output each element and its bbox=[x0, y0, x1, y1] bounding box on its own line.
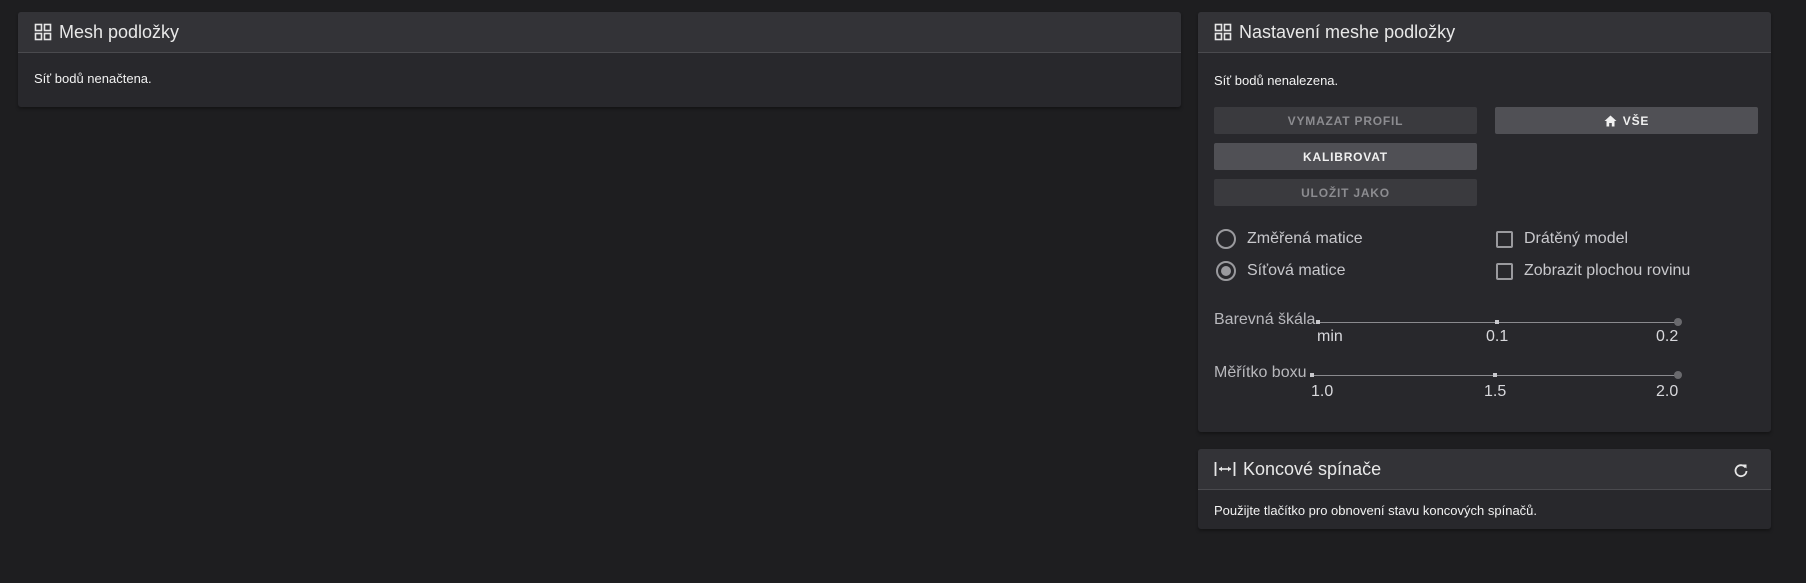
tick-label: 0.2 bbox=[1656, 328, 1679, 345]
mesh-panel-header: Mesh podložky bbox=[18, 12, 1181, 53]
mesh-settings-title: Nastavení meshe podložky bbox=[1239, 21, 1456, 42]
home-all-button[interactable]: VŠE bbox=[1495, 107, 1758, 134]
mesh-panel-title: Mesh podložky bbox=[59, 21, 180, 42]
slider-tick bbox=[1493, 373, 1497, 377]
box-scale-thumb[interactable] bbox=[1674, 371, 1682, 379]
mesh-status-message: Síť bodů nenačtena. bbox=[34, 71, 152, 86]
grid-icon bbox=[1214, 23, 1232, 41]
slider-tick bbox=[1495, 320, 1499, 324]
radio-unchecked-icon bbox=[1216, 229, 1236, 249]
tick-label: 1.5 bbox=[1484, 383, 1507, 400]
radio-measured-matrix-label: Změřená matice bbox=[1247, 230, 1363, 247]
mesh-settings-message: Síť bodů nenalezena. bbox=[1214, 73, 1339, 88]
mesh-settings-header: Nastavení meshe podložky bbox=[1198, 12, 1771, 53]
mesh-settings-panel: Nastavení meshe podložky Síť bodů nenale… bbox=[1198, 12, 1771, 432]
checkbox-unchecked-icon bbox=[1496, 230, 1513, 248]
calibrate-button[interactable]: KALIBROVAT bbox=[1214, 143, 1477, 170]
radio-measured-matrix[interactable]: Změřená matice bbox=[1216, 229, 1363, 249]
box-scale-label: Měřítko boxu bbox=[1214, 364, 1307, 381]
radio-mesh-matrix[interactable]: Síťová matice bbox=[1216, 261, 1345, 281]
endstops-panel: Koncové spínače Použijte tlačítko pro ob… bbox=[1198, 449, 1771, 529]
grid-icon bbox=[34, 23, 52, 41]
radio-mesh-matrix-label: Síťová matice bbox=[1247, 262, 1346, 279]
endstops-title: Koncové spínače bbox=[1243, 458, 1382, 479]
clear-profile-button[interactable]: VYMAZAT PROFIL bbox=[1214, 107, 1477, 134]
checkbox-unchecked-icon bbox=[1496, 262, 1513, 280]
color-scale-thumb[interactable] bbox=[1674, 318, 1682, 326]
radio-checked-icon bbox=[1216, 261, 1236, 281]
home-icon bbox=[1604, 115, 1617, 126]
refresh-icon[interactable] bbox=[1733, 463, 1749, 479]
endstops-message: Použijte tlačítko pro obnovení stavu kon… bbox=[1214, 503, 1538, 518]
slider-tick bbox=[1310, 373, 1314, 377]
checkbox-wireframe-label: Drátěný model bbox=[1524, 230, 1629, 247]
save-as-button[interactable]: ULOŽIT JAKO bbox=[1214, 179, 1477, 206]
arrows-horizontal-icon bbox=[1214, 462, 1236, 476]
tick-label: min bbox=[1317, 328, 1343, 345]
checkbox-wireframe[interactable]: Drátěný model bbox=[1496, 230, 1628, 248]
endstops-header: Koncové spínače bbox=[1198, 449, 1771, 490]
tick-label: 1.0 bbox=[1311, 383, 1334, 400]
slider-tick bbox=[1316, 320, 1320, 324]
mesh-panel: Mesh podložky Síť bodů nenačtena. bbox=[18, 12, 1181, 107]
home-all-label: VŠE bbox=[1622, 113, 1650, 128]
checkbox-flat-plane[interactable]: Zobrazit plochou rovinu bbox=[1496, 262, 1690, 280]
checkbox-flat-plane-label: Zobrazit plochou rovinu bbox=[1524, 262, 1691, 279]
color-scale-label: Barevná škála bbox=[1214, 311, 1316, 328]
tick-label: 0.1 bbox=[1486, 328, 1509, 345]
tick-label: 2.0 bbox=[1656, 383, 1679, 400]
